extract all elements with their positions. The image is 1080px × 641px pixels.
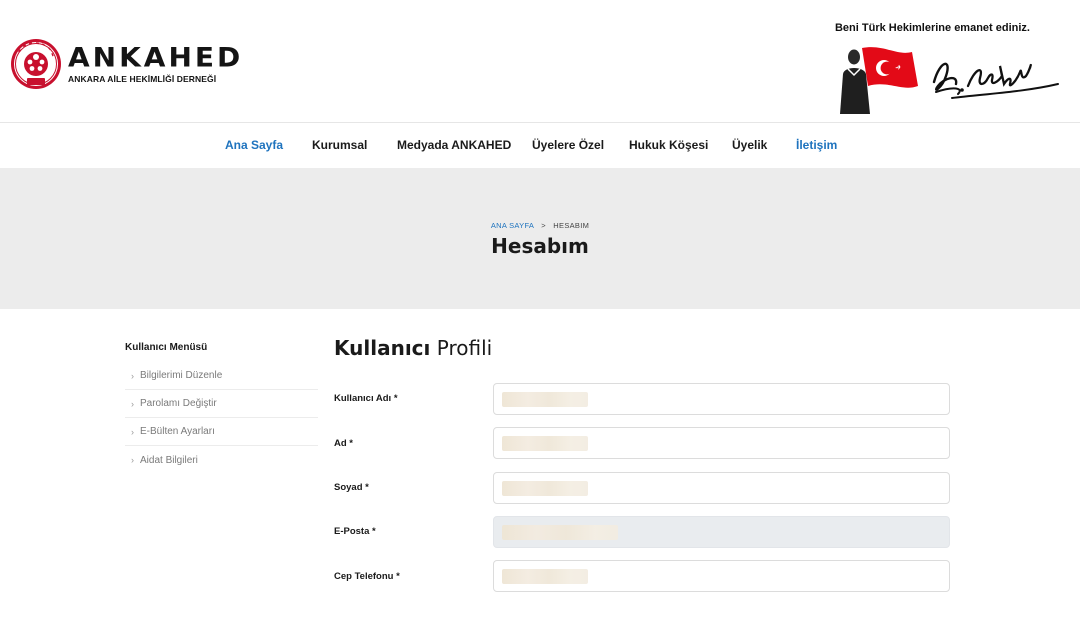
last-name-label: Soyad * bbox=[334, 482, 369, 493]
username-label: Kullanıcı Adı * bbox=[334, 393, 398, 404]
profile-title-light: Profili bbox=[436, 336, 493, 360]
redacted-value bbox=[502, 569, 588, 584]
profile-title-strong: Kullanıcı bbox=[334, 336, 431, 360]
nav-item-uyelere-ozel[interactable]: Üyelere Özel bbox=[532, 138, 604, 152]
user-menu-item-edit-info[interactable]: › Bilgilerimi Düzenle bbox=[125, 362, 318, 390]
nav-item-uyelik[interactable]: Üyelik bbox=[732, 138, 767, 152]
user-menu-item-label: Aidat Bilgileri bbox=[140, 454, 198, 466]
mobile-phone-label: Cep Telefonu * bbox=[334, 571, 400, 582]
first-name-field[interactable] bbox=[493, 427, 950, 459]
mobile-phone-field[interactable] bbox=[493, 560, 950, 592]
email-field bbox=[493, 516, 950, 548]
site-logo[interactable]: ANKAHED ANKARA AİLE HEKİMLİĞİ DERNEĞİ bbox=[10, 38, 243, 90]
user-menu: › Bilgilerimi Düzenle › Parolamı Değişti… bbox=[125, 362, 318, 474]
user-menu-item-newsletter-settings[interactable]: › E-Bülten Ayarları bbox=[125, 418, 318, 446]
profile-title: Kullanıcı Profili bbox=[334, 336, 492, 360]
breadcrumb-separator: > bbox=[541, 221, 546, 230]
username-field[interactable] bbox=[493, 383, 950, 415]
chevron-right-icon: › bbox=[131, 455, 134, 465]
ataturk-quote: Beni Türk Hekimlerine emanet ediniz. bbox=[834, 22, 1030, 34]
page-title: Hesabım bbox=[491, 234, 589, 258]
nav-item-iletisim[interactable]: İletişim bbox=[796, 138, 837, 152]
chevron-right-icon: › bbox=[131, 426, 134, 437]
user-menu-item-change-password[interactable]: › Parolamı Değiştir bbox=[125, 390, 318, 418]
nav-item-kurumsal[interactable]: Kurumsal bbox=[312, 138, 367, 152]
brand-subtitle: ANKARA AİLE HEKİMLİĞİ DERNEĞİ bbox=[68, 74, 217, 84]
main-navigation: Ana Sayfa Kurumsal Medyada ANKAHED Üyele… bbox=[0, 122, 1080, 168]
nav-item-medyada-ankahed[interactable]: Medyada ANKAHED bbox=[397, 138, 511, 152]
nav-item-hukuk-kosesi[interactable]: Hukuk Köşesi bbox=[629, 138, 708, 152]
redacted-value bbox=[502, 525, 618, 540]
redacted-value bbox=[502, 481, 588, 496]
redacted-value bbox=[502, 436, 588, 451]
chevron-right-icon: › bbox=[131, 398, 134, 409]
association-seal-icon bbox=[11, 39, 61, 89]
breadcrumb-home-link[interactable]: ANA SAYFA bbox=[491, 221, 534, 230]
page-hero: ANA SAYFA > HESABIM Hesabım bbox=[0, 168, 1080, 309]
brand-title: ANKAHED bbox=[68, 41, 244, 74]
redacted-value bbox=[502, 392, 588, 407]
last-name-field[interactable] bbox=[493, 472, 950, 504]
user-menu-item-dues-info[interactable]: › Aidat Bilgileri bbox=[125, 446, 318, 474]
nav-item-ana-sayfa[interactable]: Ana Sayfa bbox=[225, 138, 283, 152]
site-header: ANKAHED ANKARA AİLE HEKİMLİĞİ DERNEĞİ Be… bbox=[0, 0, 1080, 122]
breadcrumb-current: HESABIM bbox=[553, 221, 590, 230]
user-menu-item-label: E-Bülten Ayarları bbox=[140, 426, 215, 437]
user-menu-item-label: Bilgilerimi Düzenle bbox=[140, 370, 223, 381]
chevron-right-icon: › bbox=[131, 370, 134, 381]
user-menu-title: Kullanıcı Menüsü bbox=[125, 342, 208, 353]
email-label: E-Posta * bbox=[334, 526, 376, 537]
breadcrumb: ANA SAYFA > HESABIM bbox=[0, 221, 1080, 230]
user-menu-item-label: Parolamı Değiştir bbox=[140, 398, 217, 409]
first-name-label: Ad * bbox=[334, 438, 353, 449]
ataturk-flag-signature-image bbox=[840, 47, 1059, 114]
